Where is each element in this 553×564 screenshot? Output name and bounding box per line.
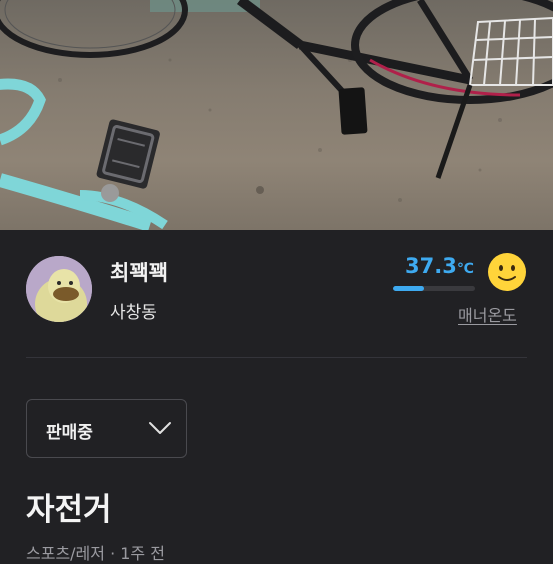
sales-status-dropdown[interactable]: 판매중 (26, 399, 187, 458)
divider (26, 357, 527, 358)
product-photo[interactable] (0, 0, 553, 230)
duck-avatar-icon (26, 256, 92, 322)
temperature-bar-fill (393, 286, 424, 291)
bicycle-photo-illustration (0, 0, 553, 230)
seller-avatar[interactable] (26, 256, 92, 322)
chevron-down-icon (149, 422, 171, 434)
product-meta: 스포츠/레저 · 1주 전 (26, 544, 165, 563)
manner-temperature-link[interactable]: 매너온도 (458, 302, 517, 326)
seller-profile[interactable]: 최꽥꽥 사창동 37.3℃ 매너온도 (0, 230, 553, 358)
temperature-bar (393, 286, 475, 291)
product-title: 자전거 (26, 492, 112, 528)
temperature-value: 37.3 (405, 254, 457, 278)
seller-nickname[interactable]: 최꽥꽥 (110, 257, 168, 287)
sales-status-value: 판매중 (46, 423, 93, 443)
manner-temperature: 37.3℃ (405, 254, 474, 278)
seller-region: 사창동 (110, 303, 157, 323)
smiley-face-icon (487, 252, 527, 292)
temperature-unit: ℃ (456, 261, 474, 277)
